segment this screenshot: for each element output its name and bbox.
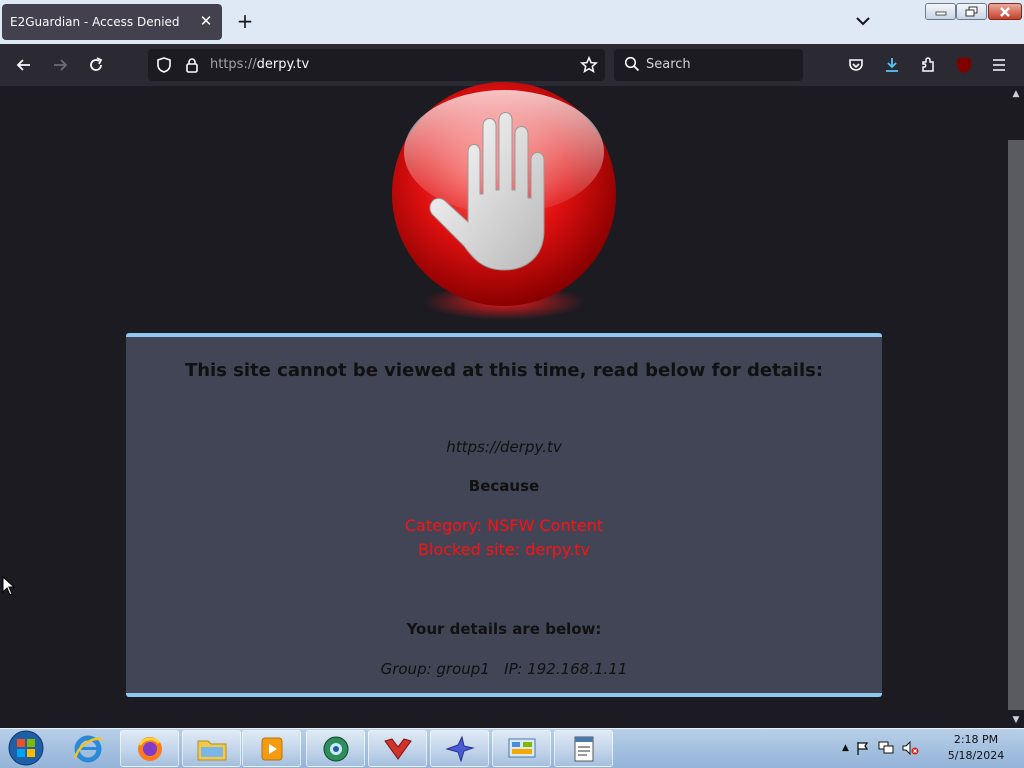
block-reason-site: Blocked site: derpy.tv [418,540,590,559]
start-button[interactable] [6,730,46,766]
downloads-button[interactable] [881,54,903,76]
window-close-button[interactable] [988,3,1022,20]
back-button[interactable] [13,54,35,76]
pocket-button[interactable] [845,54,867,76]
download-icon [886,58,898,72]
minimize-button[interactable] [925,3,956,20]
user-details: Group: group1 IP: 192.168.1.11 [380,660,628,678]
search-engine-button [621,53,643,75]
file-explorer-icon [197,740,226,760]
lock-icon [186,58,198,73]
bird-app-icon [444,735,475,763]
taskbar-file-explorer[interactable] [182,730,241,767]
notepad-icon [574,736,593,761]
restore-button[interactable] [956,3,987,20]
reload-button[interactable] [85,54,107,76]
tracking-protection-button[interactable] [153,54,175,76]
taskbar-firefox[interactable] [120,730,179,767]
forward-icon [54,59,68,71]
block-headline: This site cannot be viewed at this time,… [184,360,824,381]
pocket-icon [849,59,863,71]
tab-title: E2Guardian - Access Denied [10,15,180,29]
taskbar-bird-app[interactable] [430,730,489,767]
network-globe-icon [323,736,348,761]
tab-strip: E2Guardian - Access Denied ✕ + [0,0,1024,44]
clock-time: 2:18 PM [953,733,999,746]
details-heading: Your details are below: [406,620,602,638]
shield-icon [157,57,171,73]
scroll-up-icon[interactable]: ▲ [1010,88,1022,100]
media-player-icon [261,737,282,760]
taskbar-clock[interactable]: 2:18 PM 5/18/2024 [940,732,1012,764]
block-details-panel: This site cannot be viewed at this time,… [126,333,882,697]
tab-active[interactable]: E2Guardian - Access Denied ✕ [2,4,222,40]
clock-date: 5/18/2024 [947,749,1005,762]
restore-icon [965,6,977,16]
ublock-button[interactable] [953,54,975,76]
windows-start-icon [8,730,44,766]
control-panel-icon [508,738,535,757]
list-all-tabs-button[interactable] [852,10,874,32]
menu-icon [993,59,1005,71]
blocked-url: https://derpy.tv [446,438,562,456]
firefox-icon [137,736,162,761]
new-tab-button[interactable]: + [234,10,256,32]
scrollbar-thumb[interactable] [1008,140,1024,710]
search-icon [624,56,640,72]
reload-icon [90,57,103,71]
chevron-down-icon [856,17,870,26]
tab-close-icon[interactable]: ✕ [198,13,214,29]
taskbar-notepad[interactable] [554,730,613,767]
system-tray: ▲ [842,738,919,758]
extensions-button[interactable] [917,54,939,76]
gauntlet-app-icon [383,737,412,760]
internet-explorer-icon [73,735,103,762]
volume-muted-icon[interactable] [901,740,919,756]
taskbar-gauntlet-app[interactable] [368,730,427,767]
forward-button[interactable] [49,54,71,76]
scroll-down-icon[interactable]: ▼ [1010,714,1022,726]
bookmark-button[interactable] [578,54,600,76]
close-icon [1000,6,1010,17]
app-menu-button[interactable] [988,54,1010,76]
network-icon[interactable] [877,740,895,756]
url-text[interactable]: https://derpy.tv [210,57,309,72]
star-icon [580,56,598,73]
because-label: Because [468,477,540,495]
url-protocol: https:// [210,57,257,72]
back-icon [16,59,30,71]
screen: E2Guardian - Access Denied ✕ + https://d… [0,0,1024,768]
search-input[interactable]: Search [646,57,691,72]
mouse-cursor-icon [2,576,16,596]
taskbar-internet-explorer[interactable] [58,730,117,767]
taskbar-media-player[interactable] [242,730,301,767]
show-hidden-icons-icon[interactable]: ▲ [842,743,849,753]
ublock-icon [957,57,971,73]
taskbar-control-panel[interactable] [492,730,551,767]
url-host: derpy.tv [256,57,310,72]
site-info-button[interactable] [181,54,203,76]
action-center-flag-icon[interactable] [855,740,871,756]
block-reason-category: Category: NSFW Content [404,516,604,535]
taskbar-network-globe[interactable] [306,730,365,767]
extensions-icon [922,57,934,72]
minimize-icon [935,11,946,15]
stop-hand-icon [392,82,616,320]
